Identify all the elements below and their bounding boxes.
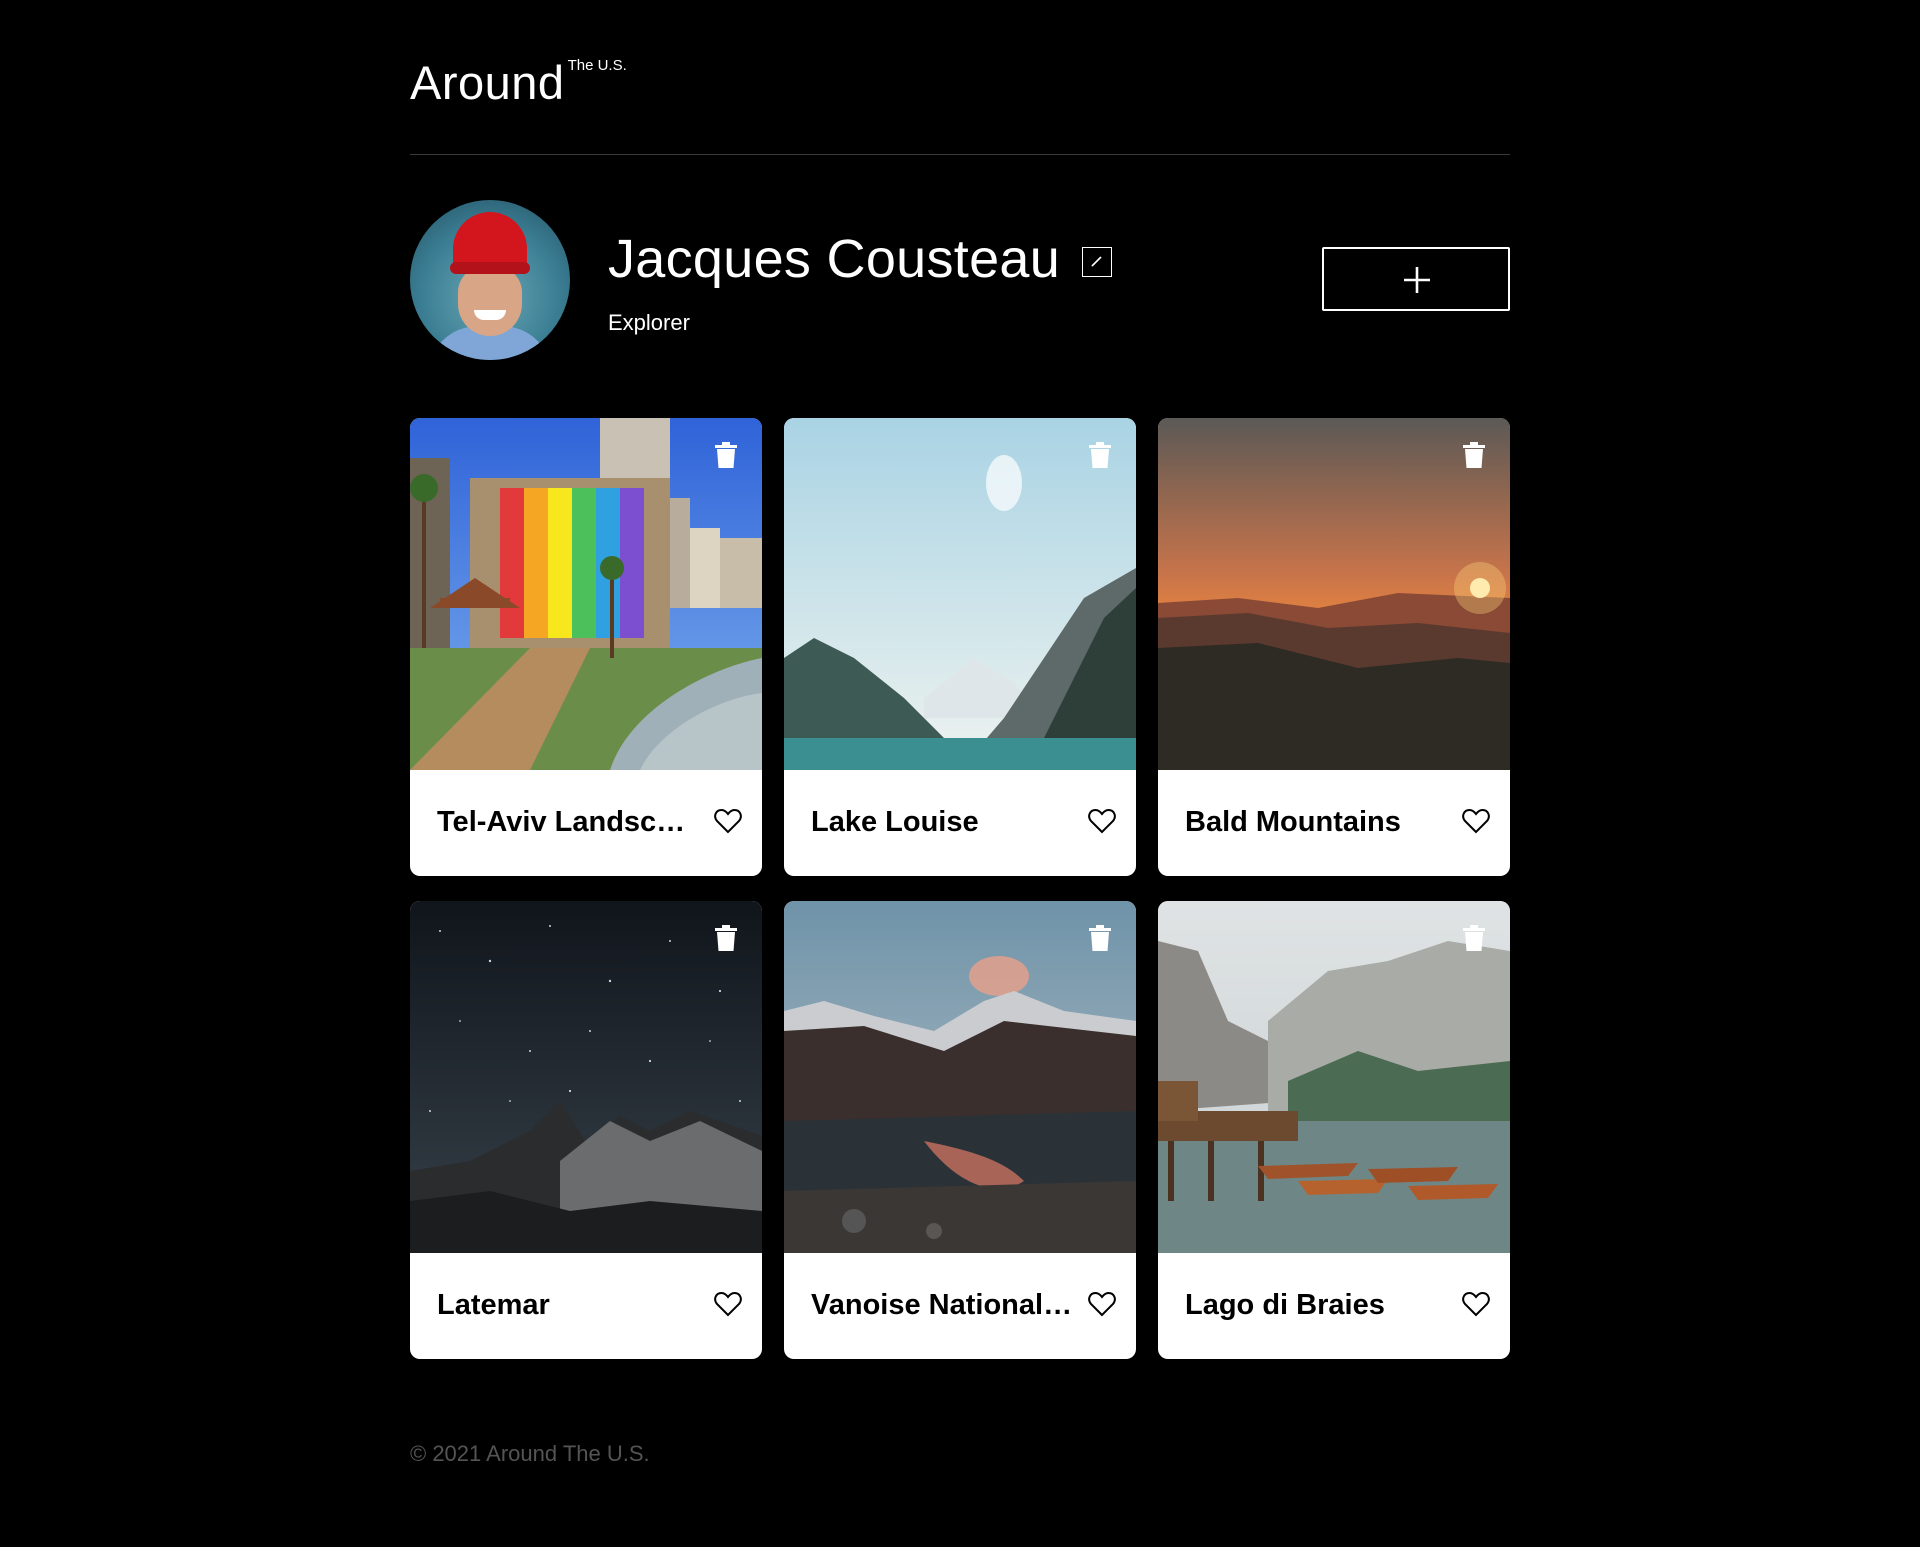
vanoise-image [784,901,1136,1253]
trash-icon[interactable] [714,925,738,951]
page: Around The U.S. Jacques Cousteau Explore… [410,0,1510,1467]
heart-icon[interactable] [1088,1291,1116,1317]
card: Lake Louise [784,418,1136,876]
tel-aviv-image [410,418,762,770]
card-footer: Vanoise National Park [784,1253,1136,1359]
profile-name-row: Jacques Cousteau [608,229,1113,289]
plus-icon [1404,267,1430,293]
profile-job: Explorer [608,310,690,335]
logo-sup: The U.S. [567,57,627,74]
trash-icon[interactable] [1462,925,1486,951]
bald-mountains-image [1158,418,1510,770]
trash-icon[interactable] [714,442,738,468]
edit-profile-button[interactable] [1082,247,1113,277]
trash-icon[interactable] [1462,442,1486,468]
logo-main: Around [410,56,565,109]
logo: Around The U.S. [410,56,627,110]
heart-icon[interactable] [1462,1291,1490,1317]
card-image-vanoise[interactable] [784,901,1136,1253]
card-image-lago-di-braies[interactable] [1158,901,1510,1253]
avatar-face [458,266,522,336]
card-footer: Tel-Aviv Landscape [410,770,762,876]
card-image-bald-mountains[interactable] [1158,418,1510,770]
avatar[interactable] [410,200,570,360]
card-image-tel-aviv[interactable] [410,418,762,770]
card-image-latemar[interactable] [410,901,762,1253]
heart-icon[interactable] [714,1291,742,1317]
card-footer: Lago di Braies [1158,1253,1510,1359]
card: Latemar [410,901,762,1359]
card: Lago di Braies [1158,901,1510,1359]
avatar-smile [474,310,506,320]
latemar-image [410,901,762,1253]
footer-copyright: © 2021 Around The U.S. [410,1441,650,1466]
heart-icon[interactable] [1088,808,1116,834]
card-title: Tel-Aviv Landscape [437,806,699,838]
card-footer: Latemar [410,1253,762,1359]
profile-name: Jacques Cousteau [608,229,1061,289]
heart-icon[interactable] [1462,808,1490,834]
card-image-lake-louise[interactable] [784,418,1136,770]
card-title: Latemar [437,1289,550,1321]
card: Tel-Aviv Landscape [410,418,762,876]
profile: Jacques Cousteau Explorer [410,155,1510,360]
header: Around The U.S. [410,48,1510,155]
avatar-hat-rim [450,262,530,274]
card-title: Bald Mountains [1185,806,1401,838]
lake-louise-image [784,418,1136,770]
card: Vanoise National Park [784,901,1136,1359]
profile-info: Jacques Cousteau Explorer [608,229,1113,336]
footer: © 2021 Around The U.S. [410,1441,1510,1467]
pencil-icon [1091,256,1102,267]
card-title: Lago di Braies [1185,1289,1385,1321]
trash-icon[interactable] [1088,925,1112,951]
card-footer: Lake Louise [784,770,1136,876]
card-title: Vanoise National Park [811,1289,1073,1321]
card: Bald Mountains [1158,418,1510,876]
trash-icon[interactable] [1088,442,1112,468]
lago-di-braies-image [1158,901,1510,1253]
card-footer: Bald Mountains [1158,770,1510,876]
cards-grid: Tel-Aviv Landscape Lake Louise Bald Moun… [410,418,1510,1359]
heart-icon[interactable] [714,808,742,834]
add-card-button[interactable] [1322,247,1510,311]
card-title: Lake Louise [811,806,979,838]
